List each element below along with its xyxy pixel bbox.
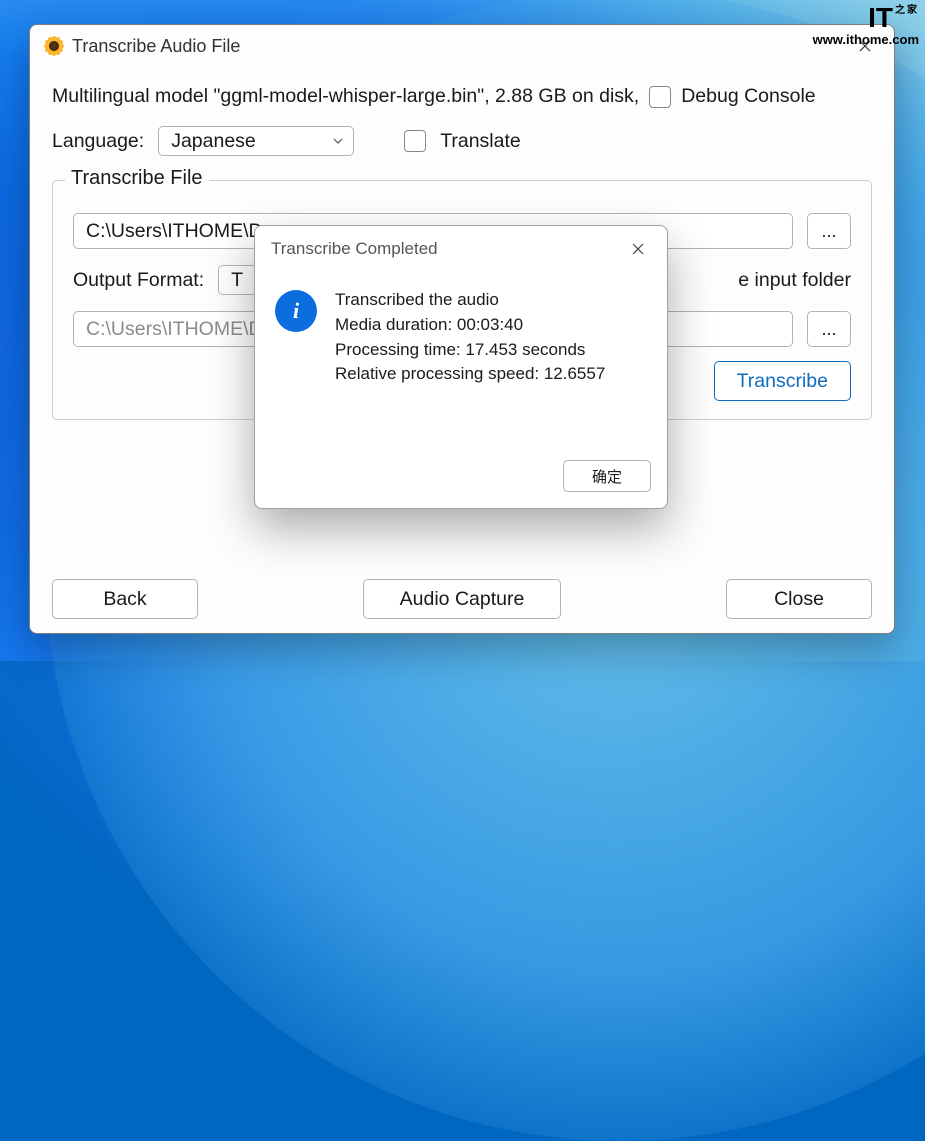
- group-legend: Transcribe File: [65, 167, 209, 190]
- window-title: Transcribe Audio File: [72, 36, 240, 57]
- browse-input-button[interactable]: ...: [807, 213, 851, 249]
- watermark-cn: 之家: [895, 4, 919, 16]
- output-path-value: C:\Users\ITHOME\D: [86, 318, 263, 341]
- watermark-url: www.ithome.com: [813, 33, 919, 46]
- dialog-title: Transcribe Completed: [271, 239, 438, 259]
- language-value: Japanese: [171, 130, 256, 153]
- debug-console-checkbox[interactable]: [649, 86, 671, 108]
- ellipsis-icon: ...: [821, 319, 836, 340]
- dialog-close-button[interactable]: [617, 234, 659, 264]
- place-in-label: e input folder: [738, 269, 851, 292]
- dialog-titlebar[interactable]: Transcribe Completed: [255, 226, 667, 272]
- watermark: IT之家 www.ithome.com: [813, 4, 919, 46]
- language-select[interactable]: Japanese: [158, 126, 354, 156]
- dialog-line3: Processing time: 17.453 seconds: [335, 338, 605, 363]
- dialog-line1: Transcribed the audio: [335, 288, 605, 313]
- audio-capture-button[interactable]: Audio Capture: [363, 579, 561, 619]
- debug-console-label: Debug Console: [681, 85, 815, 108]
- dialog-line2: Media duration: 00:03:40: [335, 313, 605, 338]
- browse-output-button[interactable]: ...: [807, 311, 851, 347]
- dialog-ok-button[interactable]: 确定: [563, 460, 651, 492]
- info-icon: i: [275, 290, 317, 332]
- translate-checkbox[interactable]: [404, 130, 426, 152]
- app-icon: [44, 36, 64, 56]
- titlebar[interactable]: Transcribe Audio File: [30, 25, 894, 67]
- transcribe-button[interactable]: Transcribe: [714, 361, 851, 401]
- output-format-label: Output Format:: [73, 269, 204, 292]
- close-button[interactable]: Close: [726, 579, 872, 619]
- language-label: Language:: [52, 130, 144, 153]
- dialog-message: Transcribed the audio Media duration: 00…: [335, 288, 605, 387]
- translate-label: Translate: [440, 130, 521, 153]
- back-button[interactable]: Back: [52, 579, 198, 619]
- watermark-logo: IT: [868, 2, 893, 33]
- chevron-down-icon: [332, 135, 344, 147]
- close-icon: [632, 243, 644, 255]
- completion-dialog: Transcribe Completed i Transcribed the a…: [254, 225, 668, 509]
- ellipsis-icon: ...: [821, 221, 836, 242]
- dialog-line4: Relative processing speed: 12.6557: [335, 362, 605, 387]
- input-file-value: C:\Users\ITHOME\D: [86, 220, 263, 243]
- model-info: Multilingual model "ggml-model-whisper-l…: [52, 85, 639, 108]
- output-format-value: T: [231, 269, 243, 292]
